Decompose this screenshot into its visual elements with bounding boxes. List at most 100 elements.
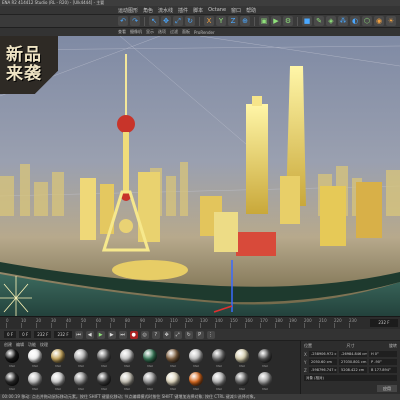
material-swatch[interactable]: Mat [140, 372, 160, 394]
y-axis-icon[interactable]: Y [216, 16, 226, 26]
pen-icon[interactable]: ✎ [314, 16, 324, 26]
material-swatch[interactable]: Mat [117, 349, 137, 371]
viewport-menu-filter[interactable]: 过滤 [170, 29, 178, 35]
pla-key-icon[interactable]: ⋮ [206, 330, 215, 339]
coord-rotation-p[interactable]: P -90° [369, 359, 397, 365]
material-menu-create[interactable]: 创建 [4, 342, 12, 348]
viewport-menu-options[interactable]: 选项 [158, 29, 166, 35]
rotation-key-icon[interactable]: ↻ [184, 330, 193, 339]
material-name: Mat [124, 387, 130, 391]
material-swatch[interactable]: Mat [71, 349, 91, 371]
material-swatch[interactable]: Mat [48, 349, 68, 371]
menu-item-script[interactable]: 脚本 [193, 7, 203, 14]
material-swatch[interactable]: Mat [25, 349, 45, 371]
menu-item-character[interactable]: 角色 [143, 7, 153, 14]
next-key-icon[interactable]: ▶ [107, 330, 116, 339]
preview-end-field[interactable]: 232 F [34, 331, 52, 338]
parameter-key-icon[interactable]: P [195, 330, 204, 339]
material-menu-edit[interactable]: 编辑 [16, 342, 24, 348]
timeline-tick-label: 110 [170, 318, 178, 323]
scale-key-icon[interactable]: ⤢ [173, 330, 182, 339]
coordinate-system-icon[interactable]: ⊕ [240, 16, 250, 26]
3d-viewport[interactable]: 新品 来袭 [0, 36, 400, 316]
start-frame-field[interactable]: 0 F [4, 331, 17, 338]
material-swatch[interactable]: Mat [232, 349, 252, 371]
move-icon[interactable]: ✥ [161, 16, 171, 26]
goto-start-icon[interactable]: ⏮ [74, 330, 83, 339]
viewport-menu-view[interactable]: 查看 [118, 29, 126, 35]
deformer-icon[interactable]: ◐ [350, 16, 360, 26]
redo-icon[interactable]: ↷ [130, 16, 140, 26]
material-swatch[interactable]: Mat [94, 349, 114, 371]
rotate-icon[interactable]: ↻ [185, 16, 195, 26]
coord-position-z[interactable]: -598796.747 c [309, 367, 337, 373]
keyframe-selection-icon[interactable]: ? [151, 330, 160, 339]
prev-key-icon[interactable]: ◀ [85, 330, 94, 339]
viewport-menu-cameras[interactable]: 摄像机 [130, 29, 142, 35]
goto-end-icon[interactable]: ⏭ [118, 330, 127, 339]
material-swatch[interactable]: Mat [186, 372, 206, 394]
coord-size-z[interactable]: 5208.422 cm [339, 367, 367, 373]
material-swatch[interactable]: Mat [48, 372, 68, 394]
scene-icon[interactable]: ⬡ [362, 16, 372, 26]
material-swatch[interactable]: Mat [71, 372, 91, 394]
timeline-ticks: 0 10 20 30 40 50 60 70 80 90 100 110 120 130 140 150 160… [6, 318, 364, 329]
render-picture-viewer-icon[interactable]: ▶ [271, 16, 281, 26]
material-swatch[interactable]: Mat [2, 349, 22, 371]
material-swatch[interactable]: Mat [25, 372, 45, 394]
material-swatch[interactable]: Mat [163, 349, 183, 371]
coord-position-y[interactable]: 2050.60 cm [309, 359, 337, 365]
play-icon[interactable]: ▶ [96, 330, 105, 339]
scale-icon[interactable]: ⤢ [173, 16, 183, 26]
menu-item-octane[interactable]: Octane [208, 7, 226, 13]
coord-position-x[interactable]: -258906.972 c [309, 351, 337, 357]
material-menu-function[interactable]: 功能 [28, 342, 36, 348]
viewport-menu-panel[interactable]: 面板 [182, 29, 190, 35]
cube-icon[interactable]: ■ [302, 16, 312, 26]
material-swatch[interactable]: Mat [140, 349, 160, 371]
viewport-menu-prorender[interactable]: ProRender [194, 30, 215, 35]
undo-icon[interactable]: ↶ [118, 16, 128, 26]
position-key-icon[interactable]: ✥ [162, 330, 171, 339]
material-swatch[interactable]: Mat [209, 372, 229, 394]
viewport-menu-display[interactable]: 显示 [146, 29, 154, 35]
menu-item-window[interactable]: 窗口 [231, 7, 241, 14]
material-swatch[interactable]: Mat [117, 372, 137, 394]
menu-item-pipeline[interactable]: 流水线 [158, 7, 173, 14]
menu-item-mograph[interactable]: 运动图形 [118, 7, 138, 14]
record-icon[interactable]: ● [129, 330, 138, 339]
coord-size-y[interactable]: 27030.801 cm [339, 359, 367, 365]
material-name: Mat [124, 364, 130, 368]
menu-item-help[interactable]: 帮助 [246, 7, 256, 14]
apply-button[interactable]: 应用 [377, 385, 397, 392]
material-swatch[interactable]: Mat [186, 349, 206, 371]
coord-size-x[interactable]: -26984.846 cm [339, 351, 367, 357]
x-axis-icon[interactable]: X [204, 16, 214, 26]
current-frame-field[interactable]: 232 F [370, 319, 398, 327]
render-view-icon[interactable]: ▣ [259, 16, 269, 26]
coord-rotation-b[interactable]: B 177.894° [369, 367, 397, 373]
material-swatch[interactable]: Mat [255, 349, 275, 371]
camera-icon[interactable]: ◉ [374, 16, 384, 26]
material-swatch[interactable]: Mat [163, 372, 183, 394]
render-settings-icon[interactable]: ⚙ [283, 16, 293, 26]
material-swatch[interactable]: Mat [255, 372, 275, 394]
material-swatch[interactable]: Mat [2, 372, 22, 394]
menu-item-plugins[interactable]: 插件 [178, 7, 188, 14]
select-icon[interactable]: ↖ [149, 16, 159, 26]
subdivision-icon[interactable]: ◈ [326, 16, 336, 26]
timeline-ruler[interactable]: 0 10 20 30 40 50 60 70 80 90 100 110 120 130 140 150 160… [0, 316, 400, 329]
preview-start-field[interactable]: 0 F [19, 331, 32, 338]
coord-rotation-h[interactable]: H 0° [369, 351, 397, 357]
material-menu-texture[interactable]: 纹理 [40, 342, 48, 348]
coord-mode-dropdown[interactable]: 对象 (相对) [304, 375, 397, 381]
material-swatch[interactable]: Mat [209, 349, 229, 371]
material-swatch[interactable]: Mat [232, 372, 252, 394]
z-axis-icon[interactable]: Z [228, 16, 238, 26]
end-frame-field[interactable]: 232 F [54, 331, 72, 338]
autokey-icon[interactable]: ◎ [140, 330, 149, 339]
array-icon[interactable]: ⁂ [338, 16, 348, 26]
light-icon[interactable]: ☀ [386, 16, 396, 26]
material-preview-sphere [97, 372, 111, 386]
material-swatch[interactable]: Mat [94, 372, 114, 394]
